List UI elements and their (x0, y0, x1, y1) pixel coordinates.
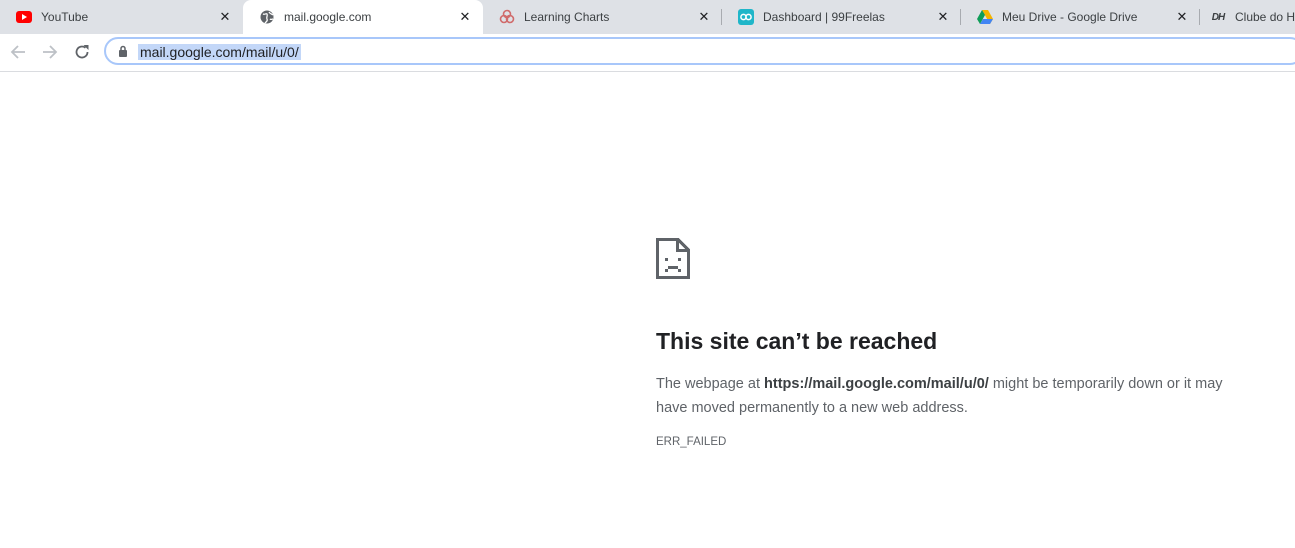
close-tab-icon[interactable]: ✕ (696, 9, 712, 25)
url-text[interactable]: mail.google.com/mail/u/0/ (138, 44, 301, 60)
close-tab-icon[interactable]: ✕ (217, 9, 233, 25)
error-code: ERR_FAILED (656, 436, 727, 448)
tab-clube[interactable]: DH Clube do H (1200, 0, 1295, 34)
error-heading: This site can’t be reached (656, 328, 938, 354)
clube-logo-icon: DH (1211, 11, 1225, 23)
tab-title: Dashboard | 99Freelas (763, 10, 885, 24)
back-arrow-icon (10, 45, 25, 59)
tab-title: Learning Charts (524, 10, 610, 24)
tab-learning-charts[interactable]: Learning Charts ✕ (483, 0, 722, 34)
tab-strip: YouTube ✕ mail.google.com ✕ Learning Cha… (0, 0, 1295, 34)
tab-title: YouTube (41, 10, 89, 24)
reload-button[interactable] (66, 36, 98, 68)
error-description: The webpage at https://mail.google.com/m… (656, 376, 1223, 416)
error-url: https://mail.google.com/mail/u/0/ (764, 376, 989, 392)
address-bar[interactable]: mail.google.com/mail/u/0/ (104, 37, 1295, 65)
toolbar: mail.google.com/mail/u/0/ (0, 34, 1295, 72)
tab-title: Meu Drive - Google Drive (1002, 10, 1138, 24)
globe-icon (259, 9, 275, 25)
sad-page-icon (656, 238, 690, 279)
close-tab-icon[interactable]: ✕ (935, 9, 951, 25)
tab-99freelas[interactable]: Dashboard | 99Freelas ✕ (722, 0, 961, 34)
lock-icon[interactable] (118, 45, 128, 57)
tab-youtube[interactable]: YouTube ✕ (0, 0, 243, 34)
close-tab-icon[interactable]: ✕ (1174, 9, 1190, 25)
reload-icon (75, 45, 89, 59)
99freelas-icon (738, 9, 754, 25)
forward-arrow-icon (43, 45, 58, 59)
google-drive-icon (977, 9, 993, 25)
youtube-icon (16, 9, 32, 25)
learning-charts-icon (499, 9, 515, 25)
forward-button[interactable] (34, 36, 66, 68)
back-button[interactable] (2, 36, 34, 68)
tab-title: Clube do H (1235, 10, 1295, 24)
tab-title: mail.google.com (284, 10, 372, 24)
tab-google-drive[interactable]: Meu Drive - Google Drive ✕ (961, 0, 1200, 34)
tab-mail-google[interactable]: mail.google.com ✕ (243, 0, 483, 34)
close-tab-icon[interactable]: ✕ (457, 9, 473, 25)
